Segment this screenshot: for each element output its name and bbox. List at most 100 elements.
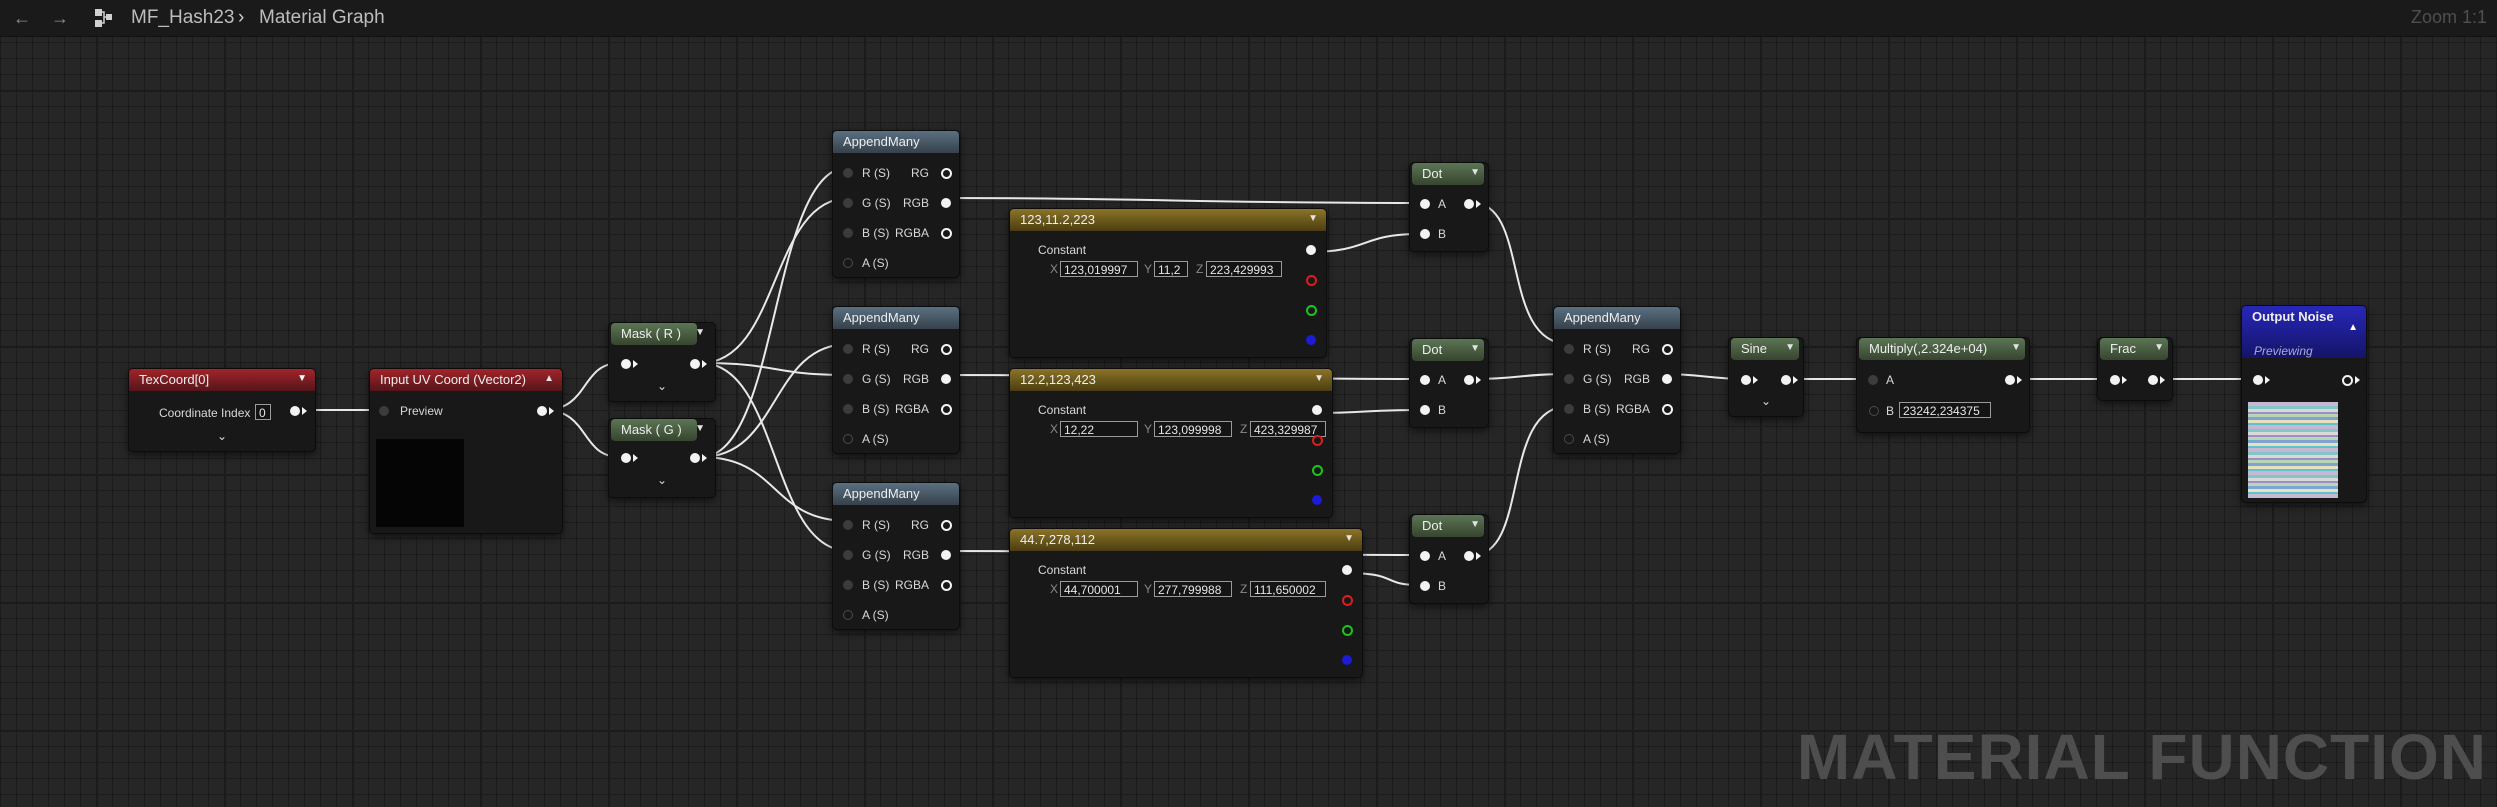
- multiply-node[interactable]: Multiply(,2.324e+04) ▼ A B 23242,234375: [1856, 337, 2030, 433]
- output-rgb-pin[interactable]: [1312, 405, 1322, 415]
- output-pin[interactable]: [941, 168, 952, 179]
- output-noise-node[interactable]: Output Noise Previewing ▲: [2241, 305, 2367, 503]
- y-value-field[interactable]: 123,099998: [1154, 421, 1232, 437]
- input-pin[interactable]: [843, 228, 853, 238]
- breadcrumb-asset[interactable]: MF_Hash23: [131, 6, 235, 30]
- chevron-down-icon[interactable]: ▼: [297, 373, 307, 384]
- dot-node-2[interactable]: Dot ▼ A B: [1409, 338, 1489, 428]
- input-pin[interactable]: [2110, 375, 2120, 385]
- input-pin[interactable]: [1741, 375, 1751, 385]
- output-r-pin[interactable]: [1342, 595, 1353, 606]
- input-pin[interactable]: [621, 453, 631, 463]
- input-pin[interactable]: [2253, 375, 2263, 385]
- input-pin[interactable]: [843, 580, 853, 590]
- frac-node[interactable]: Frac ▼: [2097, 337, 2173, 401]
- output-pin[interactable]: [941, 550, 951, 560]
- output-pin[interactable]: [941, 228, 952, 239]
- input-b-pin[interactable]: [1420, 581, 1430, 591]
- forward-arrow-icon[interactable]: →: [48, 6, 72, 30]
- output-rgb-pin[interactable]: [1342, 565, 1352, 575]
- output-rgb-pin[interactable]: [1306, 245, 1316, 255]
- output-r-pin[interactable]: [1312, 435, 1323, 446]
- texcoord-node[interactable]: TexCoord[0] ▼ Coordinate Index 0 ⌄: [128, 368, 316, 452]
- append-many-node-2[interactable]: AppendMany R (S) RG G (S) RGB B (S) RGBA A (S): [832, 306, 960, 454]
- input-pin[interactable]: [843, 258, 853, 268]
- expand-chevron-icon[interactable]: ⌄: [217, 429, 227, 443]
- chevron-down-icon[interactable]: ▼: [1470, 167, 1480, 178]
- expand-chevron-icon[interactable]: ⌄: [1761, 394, 1771, 408]
- input-a-pin[interactable]: [1420, 375, 1430, 385]
- output-pin[interactable]: [941, 198, 951, 208]
- chevron-down-icon[interactable]: ▼: [695, 423, 705, 434]
- y-value-field[interactable]: 11,2: [1154, 261, 1188, 277]
- output-g-pin[interactable]: [1306, 305, 1317, 316]
- coordinate-index-field[interactable]: 0: [255, 404, 271, 420]
- output-r-pin[interactable]: [1306, 275, 1317, 286]
- output-pin[interactable]: [290, 406, 300, 416]
- input-pin[interactable]: [843, 374, 853, 384]
- chevron-down-icon[interactable]: ▼: [2011, 342, 2021, 353]
- output-pin[interactable]: [1662, 374, 1672, 384]
- constant-node-1[interactable]: 123,11.2,223 ▼ Constant X 123,019997 Y 11,2 Z 22…: [1009, 208, 1327, 358]
- chevron-down-icon[interactable]: ▼: [1470, 519, 1480, 530]
- input-pin[interactable]: [843, 550, 853, 560]
- preview-pin[interactable]: [379, 406, 389, 416]
- input-b-value-field[interactable]: 23242,234375: [1899, 402, 1991, 418]
- constant-node-2[interactable]: 12.2,123,423 ▼ Constant X 12,22 Y 123,099998 Z 4…: [1009, 368, 1333, 518]
- output-pin[interactable]: [941, 580, 952, 591]
- output-g-pin[interactable]: [1312, 465, 1323, 476]
- output-b-pin[interactable]: [1342, 655, 1352, 665]
- y-value-field[interactable]: 277,799988: [1154, 581, 1232, 597]
- output-pin[interactable]: [690, 453, 700, 463]
- output-b-pin[interactable]: [1306, 335, 1316, 345]
- dot-node-1[interactable]: Dot ▼ A B: [1409, 162, 1489, 252]
- input-pin[interactable]: [843, 520, 853, 530]
- append-many-node-final[interactable]: AppendMany R (S) RG G (S) RGB B (S) RGBA A (S): [1553, 306, 1681, 454]
- append-many-node-1[interactable]: AppendMany R (S) RG G (S) RGB B (S) RGBA A (S): [832, 130, 960, 278]
- output-pin[interactable]: [1662, 404, 1673, 415]
- input-b-pin[interactable]: [1420, 405, 1430, 415]
- output-pin[interactable]: [941, 374, 951, 384]
- input-b-pin[interactable]: [1420, 229, 1430, 239]
- output-pin[interactable]: [2342, 375, 2353, 386]
- output-pin[interactable]: [690, 359, 700, 369]
- input-pin[interactable]: [621, 359, 631, 369]
- output-pin[interactable]: [1464, 551, 1474, 561]
- input-pin[interactable]: [843, 198, 853, 208]
- chevron-down-icon[interactable]: ▼: [1470, 343, 1480, 354]
- output-pin[interactable]: [1464, 375, 1474, 385]
- chevron-down-icon[interactable]: ▼: [1308, 213, 1318, 224]
- expand-chevron-icon[interactable]: ⌄: [657, 379, 667, 393]
- dot-node-3[interactable]: Dot ▼ A B: [1409, 514, 1489, 604]
- chevron-up-icon[interactable]: ▲: [2348, 322, 2358, 333]
- input-pin[interactable]: [1564, 434, 1574, 444]
- input-pin[interactable]: [843, 404, 853, 414]
- chevron-down-icon[interactable]: ▼: [1785, 342, 1795, 353]
- input-uv-coord-node[interactable]: Input UV Coord (Vector2) ▲ Preview: [369, 368, 563, 534]
- output-pin[interactable]: [941, 404, 952, 415]
- expand-chevron-icon[interactable]: ⌄: [657, 473, 667, 487]
- output-pin[interactable]: [941, 344, 952, 355]
- input-b-pin[interactable]: [1869, 406, 1879, 416]
- constant-node-3[interactable]: 44.7,278,112 ▼ Constant X 44,700001 Y 277,7999…: [1009, 528, 1363, 678]
- back-arrow-icon[interactable]: ←: [10, 6, 34, 30]
- chevron-up-icon[interactable]: ▲: [544, 373, 554, 384]
- input-pin[interactable]: [1564, 374, 1574, 384]
- output-pin[interactable]: [537, 406, 547, 416]
- z-value-field[interactable]: 223,429993: [1206, 261, 1282, 277]
- x-value-field[interactable]: 123,019997: [1060, 261, 1138, 277]
- chevron-down-icon[interactable]: ▼: [1344, 533, 1354, 544]
- input-pin[interactable]: [1564, 404, 1574, 414]
- chevron-down-icon[interactable]: ▼: [1314, 373, 1324, 384]
- input-pin[interactable]: [843, 434, 853, 444]
- breadcrumb-graph[interactable]: Material Graph: [259, 6, 385, 30]
- mask-g-node[interactable]: Mask ( G ) ▼ ⌄: [608, 418, 716, 498]
- input-a-pin[interactable]: [1868, 375, 1878, 385]
- chevron-down-icon[interactable]: ▼: [695, 327, 705, 338]
- input-pin[interactable]: [843, 168, 853, 178]
- sine-node[interactable]: Sine ▼ ⌄: [1728, 337, 1804, 417]
- output-pin[interactable]: [941, 520, 952, 531]
- output-g-pin[interactable]: [1342, 625, 1353, 636]
- output-pin[interactable]: [1662, 344, 1673, 355]
- input-pin[interactable]: [1564, 344, 1574, 354]
